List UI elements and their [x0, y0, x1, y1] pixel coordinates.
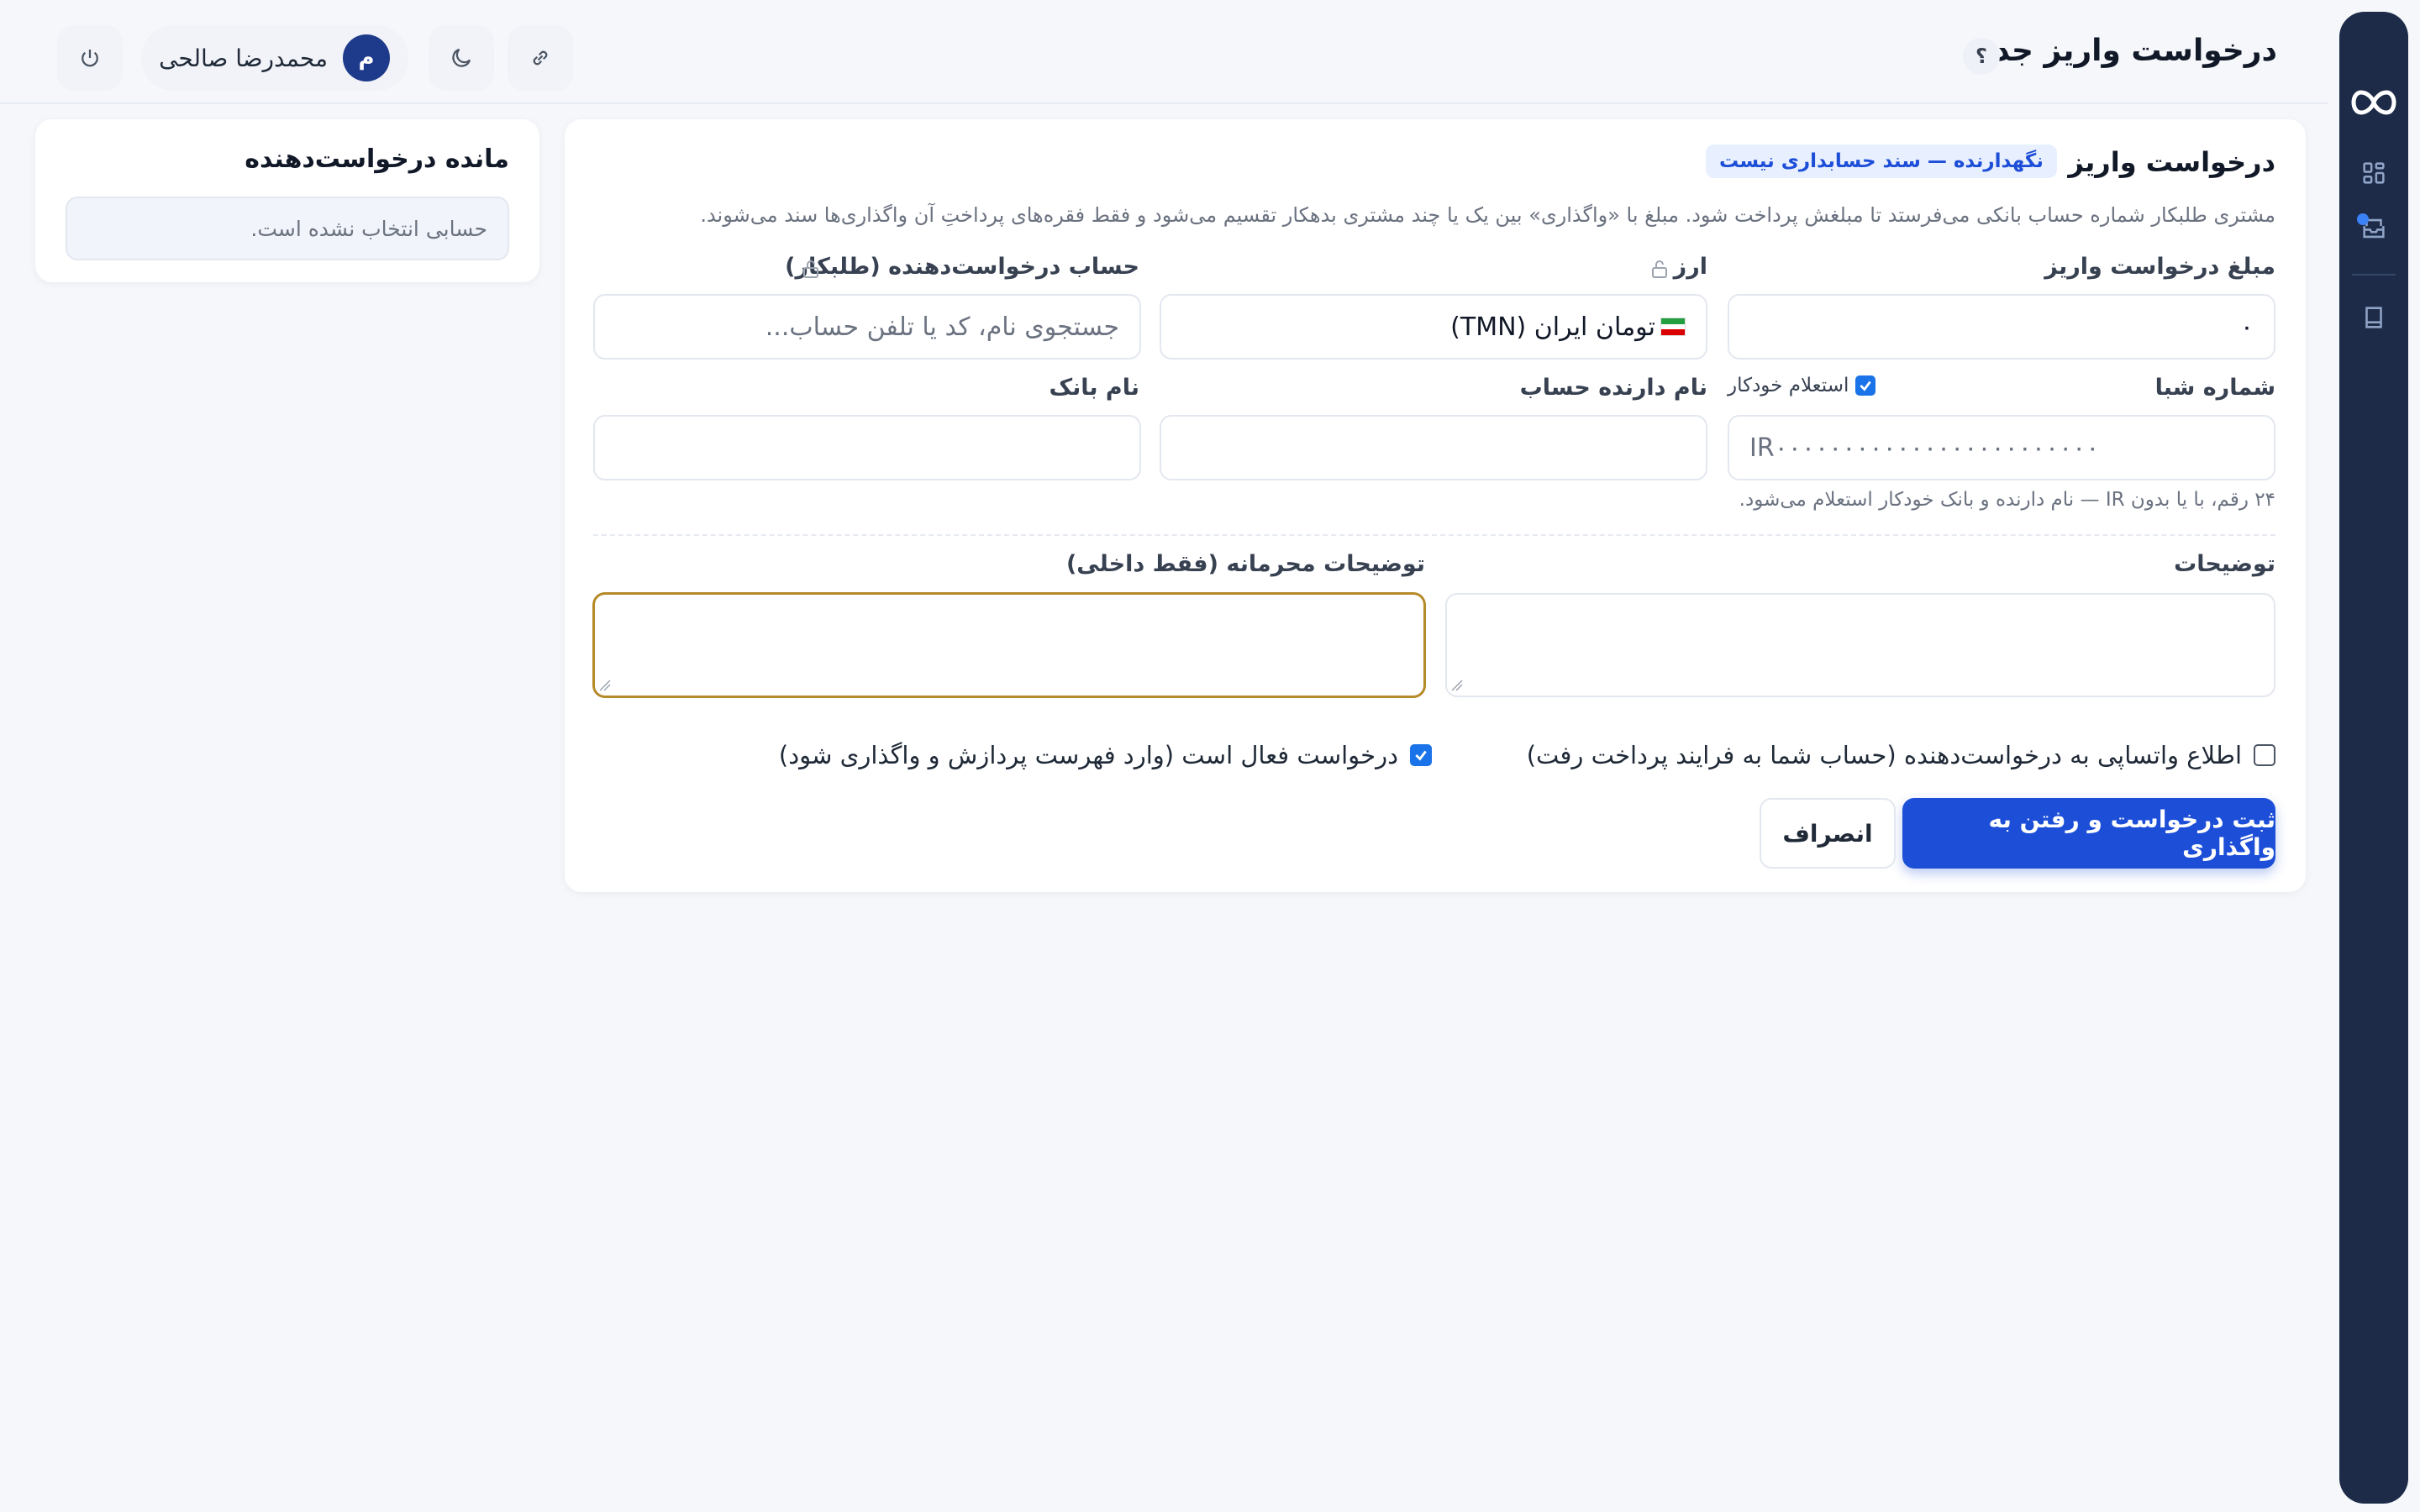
- auto-inquiry-checkbox[interactable]: استعلام خودکار: [1728, 375, 1876, 396]
- balance-empty-state: حسابی انتخاب نشده است.: [66, 197, 509, 260]
- cancel-button[interactable]: انصراف: [1760, 798, 1896, 869]
- currency-select[interactable]: تومان ایران (TMN): [1160, 294, 1707, 360]
- requester-placeholder: جستجوی نام، کد یا تلفن حساب...: [765, 312, 1119, 342]
- section-divider: [593, 534, 2275, 536]
- requester-balance-card: مانده درخواست‌دهنده حسابی انتخاب نشده اس…: [35, 119, 539, 282]
- checkbox-icon: [1410, 744, 1432, 766]
- form-description: مشتری طلبکار شماره حساب بانکی می‌فرستد ت…: [700, 203, 2275, 227]
- balance-title: مانده درخواست‌دهنده: [245, 144, 509, 174]
- notification-dot: [2357, 213, 2369, 225]
- resize-handle-icon[interactable]: [598, 679, 612, 692]
- active-request-label: درخواست فعال است (وارد فهرست پردازش و وا…: [778, 741, 1398, 769]
- amount-input[interactable]: ۰: [1728, 294, 2275, 360]
- amount-label: مبلغ درخواست واریز: [2044, 254, 2275, 280]
- user-menu[interactable]: م محمدرضا صالحی: [141, 25, 408, 91]
- checkbox-icon: [2254, 744, 2275, 766]
- sidebar-divider: [2352, 274, 2396, 276]
- page-title: درخواست واریز جدید: [1965, 34, 2277, 68]
- whatsapp-notify-label: اطلاع واتساپی به درخواست‌دهنده (حساب شما…: [1526, 741, 2242, 769]
- link-icon: [533, 50, 548, 66]
- bank-name-label: نام بانک: [1049, 375, 1139, 401]
- amount-value: ۰: [2239, 312, 2254, 342]
- currency-label: ارز: [1673, 254, 1707, 280]
- lock-icon: [1652, 260, 1667, 278]
- checkbox-icon: [1855, 375, 1876, 396]
- lock-icon: [803, 260, 818, 278]
- user-name: محمدرضا صالحی: [159, 44, 328, 72]
- currency-value: تومان ایران (TMN): [1450, 312, 1655, 342]
- notes-label: توضیحات: [2174, 551, 2275, 577]
- auto-inquiry-label: استعلام خودکار: [1728, 375, 1849, 396]
- whatsapp-notify-checkbox[interactable]: اطلاع واتساپی به درخواست‌دهنده (حساب شما…: [1527, 741, 2275, 769]
- sheba-value: IR۰۰۰۰۰۰۰۰۰۰۰۰۰۰۰۰۰۰۰۰۰۰۰۰: [1749, 433, 2100, 463]
- infinity-logo-icon[interactable]: [2348, 86, 2400, 119]
- status-badge: نگهدارنده — سند حسابداری نیست: [1706, 144, 2057, 178]
- iran-flag-icon: [1660, 318, 1686, 336]
- power-icon: [82, 50, 98, 67]
- book-icon[interactable]: [2357, 301, 2391, 334]
- inbox-icon[interactable]: [2357, 212, 2391, 245]
- sheba-input[interactable]: IR۰۰۰۰۰۰۰۰۰۰۰۰۰۰۰۰۰۰۰۰۰۰۰۰: [1728, 415, 2275, 480]
- holder-name-label: نام دارنده حساب: [1519, 375, 1707, 401]
- notes-textarea[interactable]: [1445, 593, 2275, 697]
- private-notes-label: توضیحات محرمانه (فقط داخلی): [1065, 551, 1425, 577]
- private-notes-textarea[interactable]: [593, 593, 1425, 697]
- top-header: درخواست واریز جدید ؟ م محمدرضا صالحی: [0, 0, 2328, 104]
- submit-button[interactable]: ثبت درخواست و رفتن به واگذاری: [1902, 798, 2275, 869]
- holder-name-input[interactable]: [1160, 415, 1707, 480]
- sheba-hint: ۲۴ رقم، با یا بدون IR — نام دارنده و بان…: [1739, 489, 2275, 511]
- help-icon[interactable]: ؟: [1963, 38, 2000, 75]
- active-request-checkbox[interactable]: درخواست فعال است (وارد فهرست پردازش و وا…: [779, 741, 1432, 769]
- requester-search-input[interactable]: جستجوی نام، کد یا تلفن حساب...: [593, 294, 1141, 360]
- link-button[interactable]: [508, 25, 573, 91]
- dashboard-grid-icon[interactable]: [2357, 156, 2391, 190]
- bank-name-input[interactable]: [593, 415, 1141, 480]
- avatar: م: [343, 34, 390, 81]
- requester-label: حساب درخواست‌دهنده (طلبکار): [785, 254, 1139, 280]
- resize-handle-icon[interactable]: [1450, 679, 1464, 692]
- deposit-request-form: درخواست واریز جدید نگهدارنده — سند حسابد…: [565, 119, 2306, 892]
- app-sidebar: [2339, 12, 2408, 1504]
- moon-icon: [452, 48, 471, 67]
- theme-toggle-button[interactable]: [429, 25, 494, 91]
- logout-button[interactable]: [57, 25, 123, 91]
- sheba-label: شماره شبا: [2154, 375, 2275, 401]
